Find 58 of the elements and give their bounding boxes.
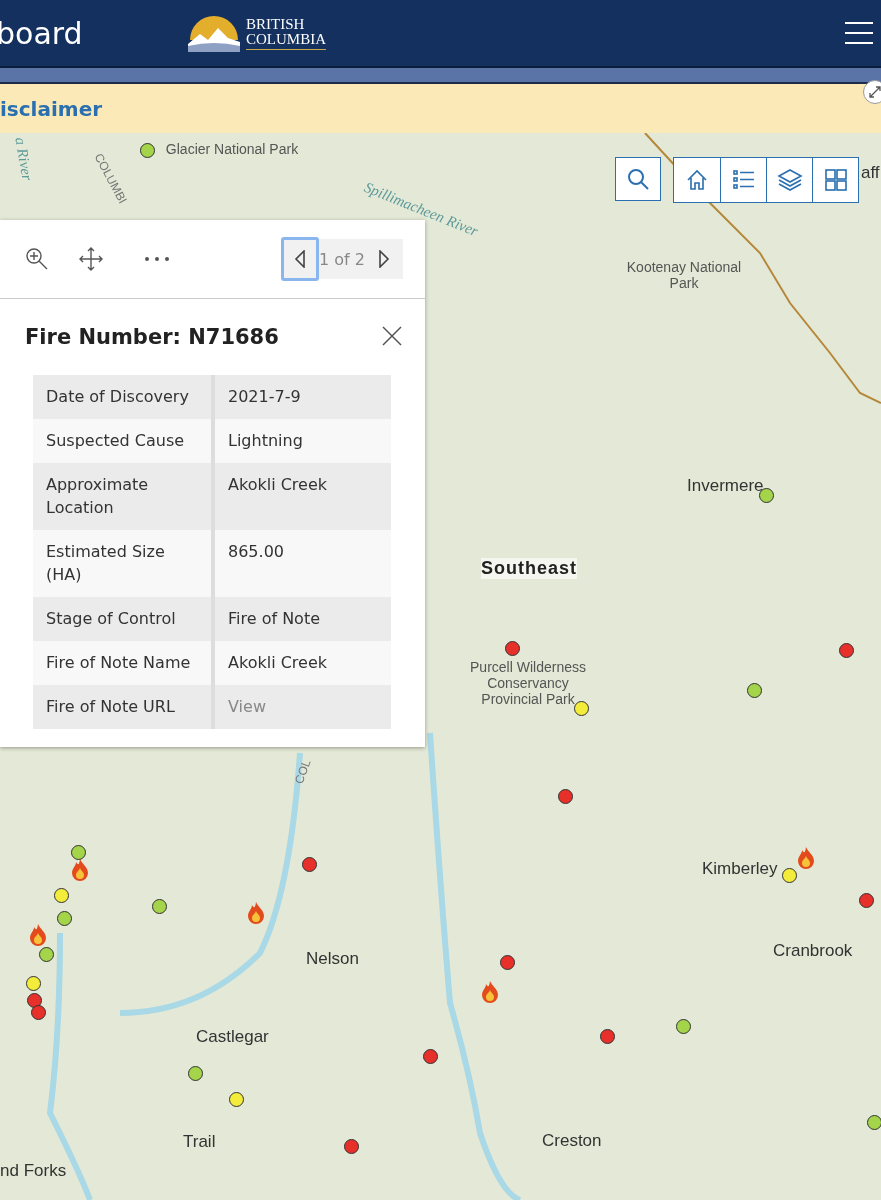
field-name-cell: Date of Discovery bbox=[33, 375, 213, 419]
map-label: Creston bbox=[542, 1131, 602, 1151]
sunrise-logo-icon bbox=[186, 14, 242, 52]
field-name-cell: Fire of Note Name bbox=[33, 641, 213, 685]
left-triangle-icon bbox=[294, 250, 307, 268]
zoom-in-icon bbox=[25, 247, 49, 271]
pan-button[interactable] bbox=[78, 246, 104, 272]
map-label: Cranbrook bbox=[773, 941, 853, 961]
map-label: Kootenay National Park bbox=[625, 259, 743, 291]
fire-icon[interactable] bbox=[70, 858, 90, 882]
map-label: Southeast bbox=[481, 558, 577, 579]
fire-icon[interactable] bbox=[28, 923, 48, 947]
previous-button[interactable] bbox=[281, 237, 320, 281]
map-label: nd Forks bbox=[0, 1161, 67, 1181]
field-value-cell: Fire of Note bbox=[213, 597, 391, 641]
logo-text: BRITISH bbox=[246, 16, 306, 32]
search-button[interactable] bbox=[615, 157, 661, 201]
layers-icon bbox=[776, 168, 803, 192]
move-arrows-icon bbox=[79, 247, 103, 271]
logo-text: COLUMBIA bbox=[246, 31, 326, 47]
close-button[interactable] bbox=[381, 326, 403, 348]
field-name-cell: Fire of Note URL bbox=[33, 685, 213, 729]
menu-icon[interactable] bbox=[845, 21, 873, 45]
fire-icon[interactable] bbox=[480, 980, 500, 1004]
field-name-cell: Suspected Cause bbox=[33, 419, 213, 463]
field-value-cell: Akokli Creek bbox=[213, 641, 391, 685]
expand-icon[interactable] bbox=[863, 80, 881, 104]
view-link[interactable]: View bbox=[228, 697, 266, 716]
map-label: Castlegar bbox=[196, 1027, 269, 1047]
search-icon bbox=[626, 167, 650, 191]
right-triangle-icon bbox=[378, 250, 390, 268]
field-value-cell: Akokli Creek bbox=[213, 463, 391, 530]
zoom-in-button[interactable] bbox=[24, 246, 50, 272]
map-label: aff bbox=[861, 163, 880, 183]
home-icon bbox=[685, 168, 709, 192]
page-counter: 1 of 2 bbox=[319, 249, 365, 269]
fire-icon[interactable] bbox=[796, 846, 816, 870]
map-label: Invermere bbox=[687, 476, 764, 496]
map-label: Trail bbox=[183, 1132, 216, 1152]
field-name-cell: Estimated Size (HA) bbox=[33, 530, 213, 597]
field-name-cell: Stage of Control bbox=[33, 597, 213, 641]
popup-title: Fire Number: N71686 bbox=[25, 325, 279, 349]
more-dots-icon bbox=[144, 256, 170, 262]
list-icon bbox=[731, 168, 756, 192]
disclaimer-link[interactable]: isclaimer bbox=[0, 96, 103, 121]
basemap-grid-icon bbox=[823, 168, 848, 192]
field-value-cell: Lightning bbox=[213, 419, 391, 463]
map-label: Glacier National Park bbox=[164, 141, 300, 157]
map-label: COL bbox=[292, 757, 314, 786]
field-value-cell: 865.00 bbox=[213, 530, 391, 597]
fire-icon[interactable] bbox=[246, 901, 266, 925]
map-label: Nelson bbox=[306, 949, 359, 969]
field-value-cell: 2021-7-9 bbox=[213, 375, 391, 419]
map-label: a River bbox=[11, 136, 36, 182]
map-label: Purcell Wilderness Conservancy Provincial Park bbox=[469, 659, 587, 707]
map-label: Kimberley bbox=[702, 859, 778, 879]
close-icon bbox=[382, 326, 402, 346]
field-name-cell: Approximate Location bbox=[33, 463, 213, 530]
